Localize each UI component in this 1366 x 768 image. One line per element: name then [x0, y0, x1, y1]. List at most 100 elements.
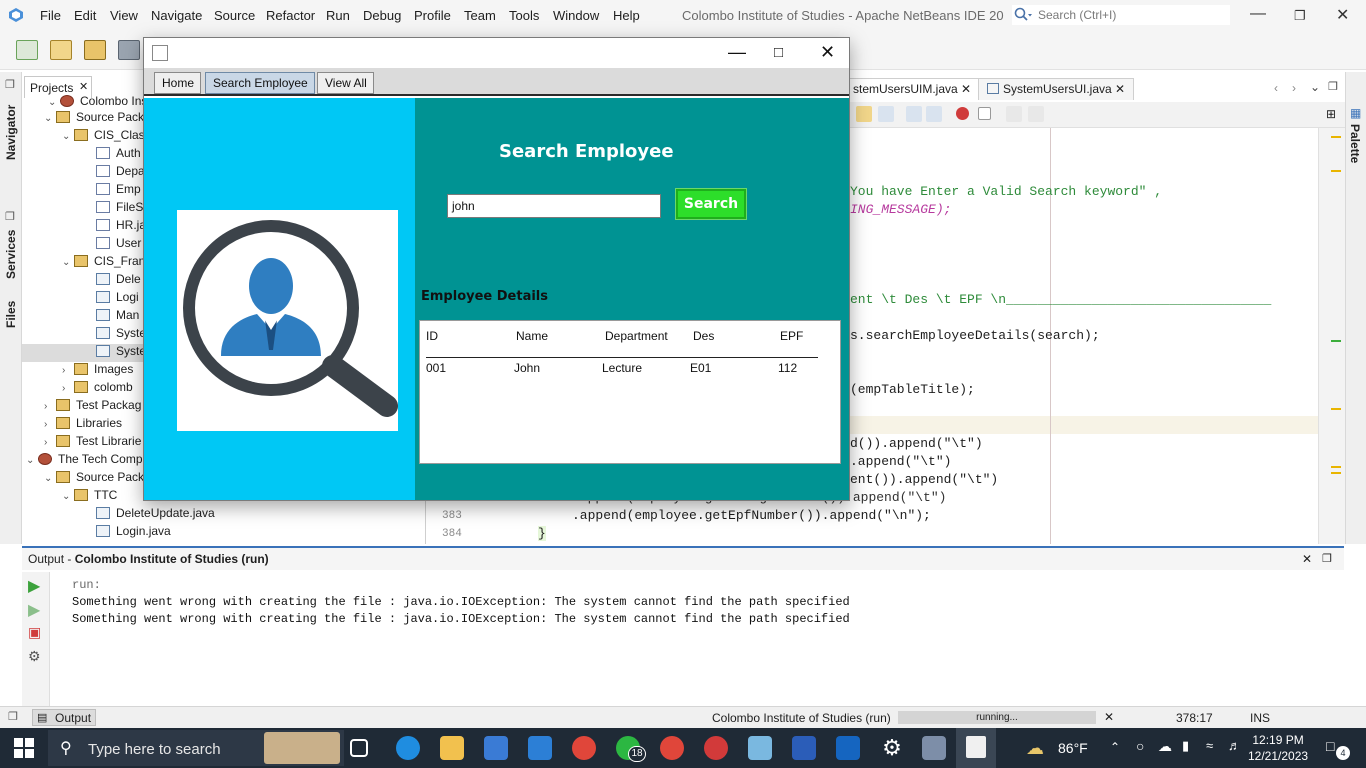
employee-search-input[interactable]: john	[447, 194, 661, 218]
tree-item[interactable]: › Test Librarie	[44, 434, 141, 452]
tab-search-employee[interactable]: Search Employee	[205, 72, 315, 94]
show-hidden-icons-icon[interactable]: ⌃	[1110, 740, 1120, 754]
rerun-with-params-icon[interactable]: ▶	[28, 600, 40, 620]
cloud-icon[interactable]: ☁	[1158, 738, 1172, 755]
menu-refactor[interactable]: Refactor	[266, 8, 315, 23]
change-mark[interactable]	[1331, 340, 1341, 342]
employee-details-textarea[interactable]: ID Name Department Des EPF 001 John Lect…	[419, 320, 841, 464]
menu-team[interactable]: Team	[464, 8, 496, 23]
chrome-profile-icon[interactable]	[660, 736, 684, 760]
tab-scroll-right-icon[interactable]: ›	[1292, 81, 1296, 95]
editor-tab-systemusersuim[interactable]: stemUsersUIM.java ✕	[844, 78, 981, 100]
services-side-tab[interactable]: Services	[4, 230, 18, 279]
battery-icon[interactable]: ▮	[1182, 738, 1189, 754]
menu-profile[interactable]: Profile	[414, 8, 451, 23]
chrome-icon[interactable]	[572, 736, 596, 760]
menu-debug[interactable]: Debug	[363, 8, 401, 23]
tree-item[interactable]: ⌄ Source Pack	[44, 110, 144, 128]
close-icon[interactable]: ✕	[961, 82, 971, 96]
edge-icon[interactable]	[396, 736, 420, 760]
mail-icon[interactable]	[528, 736, 552, 760]
open-project-icon[interactable]	[84, 40, 106, 60]
weather-temp[interactable]: 86°F	[1058, 740, 1088, 756]
shift-right-icon[interactable]	[926, 106, 942, 122]
tree-item[interactable]: ⌄ Source Pack	[44, 470, 144, 488]
menu-navigate[interactable]: Navigate	[151, 8, 202, 23]
warning-mark[interactable]	[1331, 136, 1341, 138]
menu-help[interactable]: Help	[613, 8, 640, 23]
tree-item[interactable]: FileS	[96, 200, 143, 218]
editor-tab-systemusersui[interactable]: SystemUsersUI.java ✕	[978, 78, 1135, 100]
tree-item[interactable]: Depa	[96, 164, 145, 182]
task-view-icon[interactable]	[350, 739, 368, 757]
shift-left-icon[interactable]	[906, 106, 922, 122]
word-icon[interactable]	[792, 736, 816, 760]
minimize-group-icon-3[interactable]: ❐	[8, 710, 18, 723]
menu-tools[interactable]: Tools	[509, 8, 539, 23]
menu-view[interactable]: View	[110, 8, 138, 23]
tree-item[interactable]: ⌄ TTC	[62, 488, 117, 506]
notifications-icon[interactable]: □	[1326, 738, 1334, 754]
tree-item[interactable]: › Images	[62, 362, 133, 380]
search-button[interactable]: Search	[676, 189, 746, 219]
chrome-profile-2-icon[interactable]	[704, 736, 728, 760]
menu-edit[interactable]: Edit	[74, 8, 96, 23]
record-macro-icon[interactable]	[956, 107, 969, 120]
tree-item-selected[interactable]: Syste	[96, 344, 146, 362]
settings-icon[interactable]: ⚙	[28, 648, 41, 665]
new-project-icon[interactable]	[50, 40, 72, 60]
palette-icon[interactable]: ▦	[1350, 106, 1361, 120]
minimize-group-icon-2[interactable]: ❐	[5, 210, 15, 223]
navigator-side-tab[interactable]: Navigator	[4, 105, 18, 160]
windows-start-icon[interactable]	[14, 738, 34, 758]
tree-item[interactable]: Dele	[96, 272, 141, 290]
whatsapp-icon[interactable]: 18	[616, 736, 646, 762]
find-icon[interactable]	[878, 106, 894, 122]
tree-item[interactable]: User	[96, 236, 141, 254]
netbeans-taskbar-icon[interactable]	[922, 736, 946, 760]
palette-side-tab[interactable]: Palette	[1348, 124, 1362, 163]
dialog-minimize-icon[interactable]: —	[728, 42, 746, 63]
cancel-task-icon[interactable]: ✕	[1104, 710, 1114, 724]
tree-item[interactable]: ⌄ The Tech Comp	[26, 452, 143, 470]
tree-item[interactable]: Auth	[96, 146, 141, 164]
toggle-bookmark-icon[interactable]	[856, 106, 872, 122]
dialog-close-icon[interactable]: ✕	[820, 42, 835, 63]
settings-gear-icon[interactable]: ⚙	[880, 736, 904, 760]
menu-window[interactable]: Window	[553, 8, 599, 23]
stop-icon[interactable]: ▣	[28, 624, 41, 641]
tab-view-all[interactable]: View All	[317, 72, 374, 94]
tab-home[interactable]: Home	[154, 72, 202, 94]
minimize-group-icon[interactable]: ❐	[5, 78, 15, 91]
uncomment-icon[interactable]	[1028, 106, 1044, 122]
java-app-taskbar-icon[interactable]	[956, 728, 996, 768]
tab-scroll-left-icon[interactable]: ‹	[1274, 81, 1278, 95]
taskbar-search-input[interactable]: ⚲ Type here to search	[48, 730, 344, 766]
outlook-icon[interactable]	[836, 736, 860, 760]
menu-run[interactable]: Run	[326, 8, 350, 23]
warning-mark[interactable]	[1331, 466, 1341, 468]
dialog-maximize-icon[interactable]: □	[774, 44, 783, 61]
stop-macro-icon[interactable]	[978, 107, 991, 120]
system-tray-icon[interactable]: ○	[1136, 738, 1144, 754]
tree-item[interactable]: ⌄ CIS_Fram	[62, 254, 149, 272]
split-editor-icon[interactable]: ⊞	[1326, 107, 1336, 121]
tree-item[interactable]: Emp	[96, 182, 141, 200]
files-side-tab[interactable]: Files	[4, 301, 18, 328]
tree-item[interactable]: Syste	[96, 326, 146, 344]
store-icon[interactable]	[484, 736, 508, 760]
tree-item[interactable]: Logi	[96, 290, 139, 308]
tree-item[interactable]: Login.java	[96, 524, 171, 542]
notepad-icon[interactable]	[748, 736, 772, 760]
tree-item[interactable]: › colomb	[62, 380, 133, 398]
warning-mark[interactable]	[1331, 408, 1341, 410]
restore-window-icon[interactable]: ❐	[1328, 80, 1338, 93]
tree-item[interactable]: Man	[96, 308, 139, 326]
tab-list-icon[interactable]: ⌄	[1310, 80, 1320, 94]
editor-error-stripe[interactable]	[1318, 128, 1345, 544]
taskbar-clock[interactable]: 12:19 PM 12/21/2023	[1248, 732, 1308, 764]
warning-mark[interactable]	[1331, 170, 1341, 172]
rerun-icon[interactable]: ▶	[28, 576, 40, 596]
wifi-icon[interactable]: ≈	[1206, 738, 1213, 753]
dialog-titlebar[interactable]: — □ ✕	[144, 38, 849, 68]
